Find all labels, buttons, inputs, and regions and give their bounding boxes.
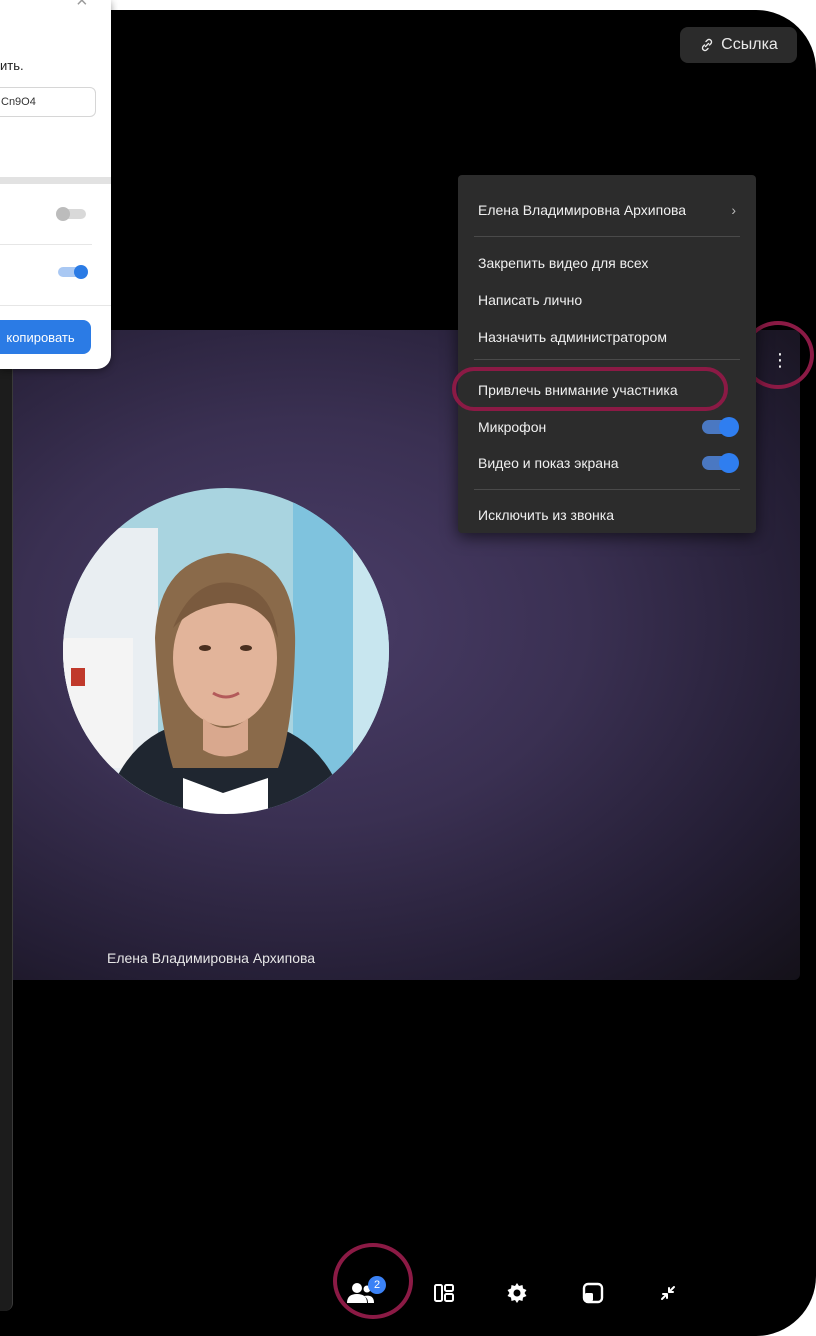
settings-button[interactable]: [497, 1273, 537, 1313]
chevron-right-icon: ›: [731, 202, 736, 218]
menu-item-label: Исключить из звонка: [478, 507, 614, 523]
participant-context-menu: Елена Владимировна Архипова › Закрепить …: [458, 175, 756, 533]
link-icon: [702, 38, 713, 52]
close-icon[interactable]: ×: [76, 0, 88, 13]
left-side-panel: [0, 356, 13, 1311]
highlight-attention-item: [452, 367, 728, 411]
participant-avatar: [63, 488, 389, 814]
minimize-arrows-icon: [661, 1286, 675, 1300]
layout-icon: [434, 1284, 454, 1302]
link-button[interactable]: Ссылка: [680, 27, 797, 63]
menu-item-microphone[interactable]: Микрофон: [478, 413, 739, 441]
microphone-toggle[interactable]: [702, 417, 739, 437]
gear-icon: [507, 1283, 527, 1303]
link-button-label: Ссылка: [721, 36, 778, 53]
menu-item-label: Микрофон: [478, 419, 547, 435]
menu-title-participant[interactable]: Елена Владимировна Архипова ›: [478, 196, 736, 224]
menu-item-label: Назначить администратором: [478, 329, 667, 345]
copy-button[interactable]: копировать: [0, 320, 91, 354]
call-window: Ссылка Елена Владимировна Архипова ⋮ Еле…: [0, 10, 816, 1336]
dialog-toggle-2[interactable]: [58, 265, 88, 279]
menu-item-label: Написать лично: [478, 292, 583, 308]
copy-button-label: копировать: [6, 329, 75, 345]
menu-item-label: Видео и показ экрана: [478, 455, 619, 471]
menu-divider: [474, 359, 740, 360]
menu-divider: [474, 236, 740, 237]
menu-divider: [474, 489, 740, 490]
menu-item-pin-video[interactable]: Закрепить видео для всех: [478, 249, 736, 277]
dialog-footer-divider: [0, 305, 111, 306]
menu-item-label: Закрепить видео для всех: [478, 255, 649, 271]
menu-item-kick[interactable]: Исключить из звонка: [478, 501, 736, 529]
invite-code-value: Cn9O4: [1, 96, 36, 108]
menu-title-label: Елена Владимировна Архипова: [478, 202, 687, 218]
layout-button[interactable]: [424, 1273, 464, 1313]
menu-item-make-admin[interactable]: Назначить администратором: [478, 323, 736, 351]
picture-in-picture-icon: [582, 1282, 604, 1304]
video-toggle[interactable]: [702, 453, 739, 473]
invite-dialog: × ить. Cn9O4 копировать: [0, 0, 111, 369]
exit-fullscreen-button[interactable]: [648, 1273, 688, 1313]
menu-item-send-private[interactable]: Написать лично: [478, 286, 736, 314]
invite-dialog-text: ить.: [0, 58, 24, 73]
invite-code-field[interactable]: Cn9O4: [0, 87, 96, 117]
dialog-toggle-1[interactable]: [56, 207, 86, 221]
menu-item-video-screen[interactable]: Видео и показ экрана: [478, 449, 739, 477]
picture-in-picture-button[interactable]: [573, 1273, 613, 1313]
dialog-divider: [0, 177, 111, 184]
dialog-row-divider: [0, 244, 92, 245]
participant-name-label: Елена Владимировна Архипова: [107, 950, 316, 966]
participants-count-badge: 2: [368, 1276, 386, 1294]
